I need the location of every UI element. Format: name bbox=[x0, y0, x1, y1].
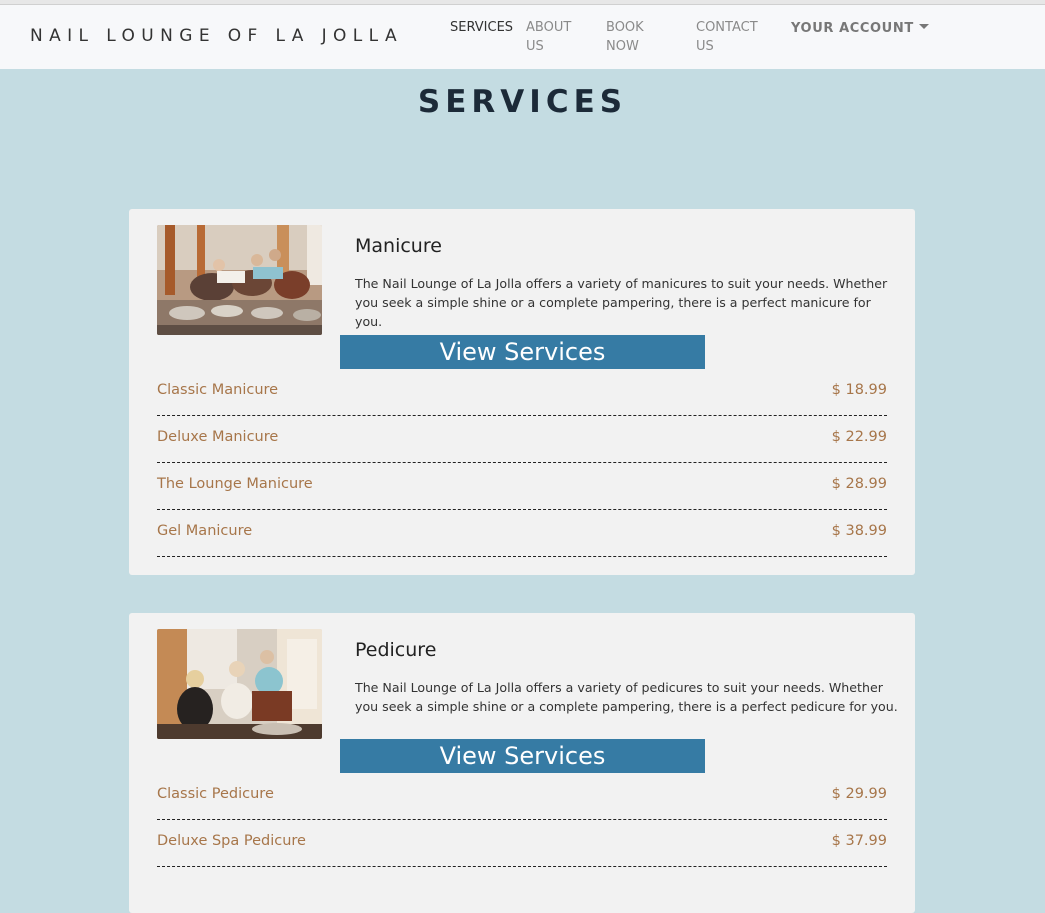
pedicure-description: The Nail Lounge of La Jolla offers a var… bbox=[355, 680, 898, 714]
manicure-view-services-button[interactable]: View Services bbox=[340, 335, 705, 369]
service-name: Classic Manicure bbox=[157, 382, 279, 398]
service-row[interactable]: Classic Manicure $ 18.99 bbox=[157, 369, 887, 416]
service-row[interactable]: The Lounge Manicure $ 28.99 bbox=[157, 463, 887, 510]
service-row[interactable]: Deluxe Manicure $ 22.99 bbox=[157, 416, 887, 463]
nav-contact-us[interactable]: CONTACT US bbox=[696, 18, 776, 56]
caret-down-icon bbox=[918, 24, 929, 29]
brand-logo[interactable]: NAIL LOUNGE OF LA JOLLA bbox=[30, 26, 403, 46]
navbar: NAIL LOUNGE OF LA JOLLA SERVICES ABOUT U… bbox=[0, 5, 1045, 69]
nav-book-now[interactable]: BOOK NOW bbox=[606, 18, 666, 56]
service-name: Gel Manicure bbox=[157, 523, 253, 539]
page-title: SERVICES bbox=[417, 84, 628, 120]
service-card-manicure: Manicure The Nail Lounge of La Jolla off… bbox=[129, 209, 915, 575]
manicure-description: The Nail Lounge of La Jolla offers a var… bbox=[355, 276, 888, 329]
service-price: $ 38.99 bbox=[831, 523, 887, 539]
nav-services[interactable]: SERVICES bbox=[450, 18, 520, 37]
service-row[interactable]: Classic Pedicure $ 29.99 bbox=[157, 773, 887, 820]
pedicure-service-list: Classic Pedicure $ 29.99 Deluxe Spa Pedi… bbox=[157, 773, 887, 867]
service-name: Classic Pedicure bbox=[157, 786, 274, 802]
your-account-label: YOUR ACCOUNT bbox=[791, 21, 914, 36]
service-price: $ 28.99 bbox=[831, 476, 887, 492]
nav-about-us[interactable]: ABOUT US bbox=[526, 18, 586, 56]
your-account-dropdown[interactable]: YOUR ACCOUNT bbox=[791, 21, 929, 36]
service-price: $ 37.99 bbox=[831, 833, 887, 849]
service-price: $ 29.99 bbox=[831, 786, 887, 802]
service-row[interactable]: Deluxe Spa Pedicure $ 37.99 bbox=[157, 820, 887, 867]
pedicure-view-services-button[interactable]: View Services bbox=[340, 739, 705, 773]
service-row[interactable]: Gel Manicure $ 38.99 bbox=[157, 510, 887, 557]
manicure-title: Manicure bbox=[355, 235, 442, 257]
service-card-pedicure: Pedicure The Nail Lounge of La Jolla off… bbox=[129, 613, 915, 913]
service-price: $ 22.99 bbox=[831, 429, 887, 445]
service-price: $ 18.99 bbox=[831, 382, 887, 398]
service-name: The Lounge Manicure bbox=[157, 476, 313, 492]
service-name: Deluxe Spa Pedicure bbox=[157, 833, 306, 849]
service-name: Deluxe Manicure bbox=[157, 429, 279, 445]
manicure-service-list: Classic Manicure $ 18.99 Deluxe Manicure… bbox=[157, 369, 887, 557]
manicure-photo bbox=[157, 225, 322, 335]
pedicure-title: Pedicure bbox=[355, 639, 437, 661]
pedicure-photo bbox=[157, 629, 322, 739]
